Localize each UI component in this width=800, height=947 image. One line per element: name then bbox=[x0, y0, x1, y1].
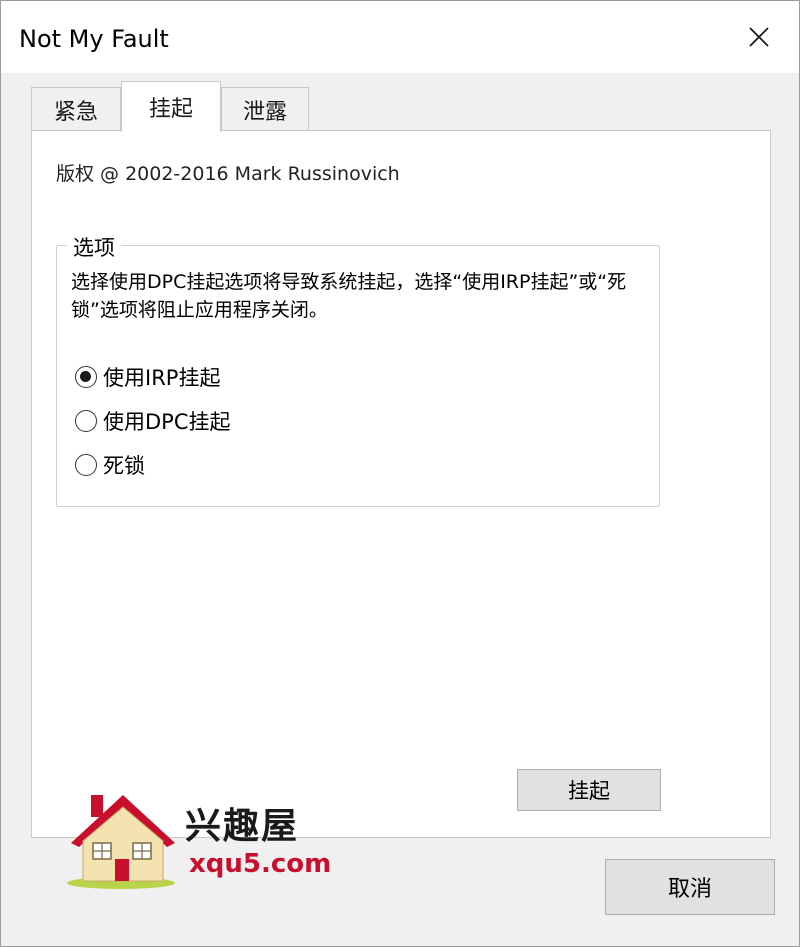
hang-button[interactable]: 挂起 bbox=[517, 769, 661, 811]
options-groupbox: 选项 选择使用DPC挂起选项将导致系统挂起，选择“使用IRP挂起”或“死锁”选项… bbox=[56, 232, 660, 507]
groupbox-legend: 选项 bbox=[67, 232, 121, 262]
radio-label: 死锁 bbox=[103, 454, 145, 478]
options-description: 选择使用DPC挂起选项将导致系统挂起，选择“使用IRP挂起”或“死锁”选项将阻止… bbox=[71, 271, 627, 321]
radio-label: 使用DPC挂起 bbox=[103, 410, 231, 434]
tab-hang[interactable]: 挂起 bbox=[121, 81, 221, 132]
tab-leak[interactable]: 泄露 bbox=[221, 87, 309, 131]
dialog-window: Not My Fault 紧急 挂起 泄露 版权 @ 2002-2016 Mar… bbox=[0, 0, 800, 947]
copyright-text: 版权 @ 2002-2016 Mark Russinovich bbox=[56, 163, 400, 185]
cancel-button[interactable]: 取消 bbox=[605, 859, 775, 915]
close-icon bbox=[749, 27, 769, 47]
radio-option-irp-hang[interactable]: 使用IRP挂起 bbox=[75, 362, 220, 392]
tab-crash[interactable]: 紧急 bbox=[31, 87, 121, 131]
close-button[interactable] bbox=[719, 1, 799, 73]
watermark-text-cn: 兴趣屋 bbox=[185, 806, 300, 847]
watermark-text-en: xqu5.com bbox=[189, 849, 332, 879]
radio-button[interactable] bbox=[75, 366, 97, 388]
window-title: Not My Fault bbox=[19, 25, 169, 53]
radio-label: 使用IRP挂起 bbox=[103, 366, 221, 390]
house-icon bbox=[67, 795, 175, 889]
radio-button[interactable] bbox=[75, 410, 97, 432]
watermark-logo: 兴趣屋 xqu5.com bbox=[63, 781, 343, 891]
tab-panel-hang: 版权 @ 2002-2016 Mark Russinovich 选项 选择使用D… bbox=[31, 130, 771, 838]
title-bar: Not My Fault bbox=[1, 1, 799, 73]
radio-option-deadlock[interactable]: 死锁 bbox=[75, 450, 145, 480]
radio-button[interactable] bbox=[75, 454, 97, 476]
radio-option-dpc-hang[interactable]: 使用DPC挂起 bbox=[75, 406, 231, 436]
